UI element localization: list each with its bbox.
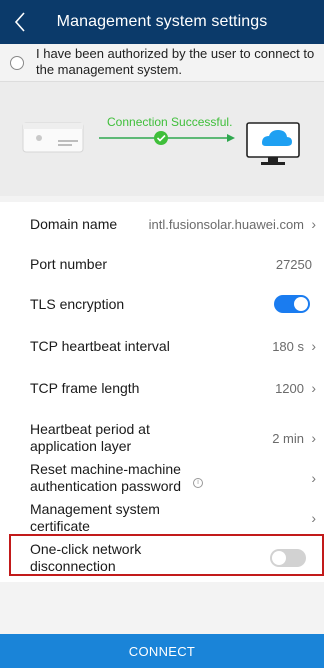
domain-name-row[interactable]: Domain name intl.fusionsolar.huawei.com … (0, 206, 324, 242)
back-button[interactable] (8, 8, 32, 36)
connect-button[interactable]: CONNECT (0, 634, 324, 668)
tcp-heartbeat-row[interactable]: TCP heartbeat interval 180 s › (0, 326, 324, 366)
connection-status-text: Connection Successful. (107, 115, 233, 129)
chevron-right-icon: › (311, 510, 316, 526)
tls-encryption-row: TLS encryption (0, 286, 324, 322)
cloud-monitor-icon (246, 122, 300, 165)
chevron-right-icon: › (311, 338, 316, 354)
tcp-heartbeat-label: TCP heartbeat interval (30, 337, 170, 354)
toggle-knob (294, 297, 308, 311)
tls-encryption-label: TLS encryption (30, 295, 125, 312)
chevron-right-icon: › (311, 380, 316, 396)
tls-encryption-toggle[interactable] (274, 295, 310, 313)
authorization-radio[interactable] (10, 56, 24, 70)
info-icon[interactable]: i (193, 478, 203, 488)
app-heartbeat-value: 2 min (272, 430, 304, 446)
inverter-device-icon (22, 122, 84, 153)
tcp-heartbeat-value: 180 s (272, 338, 304, 354)
chevron-left-icon (14, 12, 25, 32)
certificate-label: Management system certificate (30, 501, 160, 534)
check-circle-icon (154, 131, 168, 145)
domain-name-label: Domain name (30, 215, 118, 232)
authorization-row[interactable]: I have been authorized by the user to co… (0, 44, 324, 82)
domain-name-value: intl.fusionsolar.huawei.com (148, 216, 304, 232)
chevron-right-icon: › (311, 430, 316, 446)
reset-password-row[interactable]: Reset machine-machine authentication pas… (0, 458, 324, 498)
app-heartbeat-label: Heartbeat period at application layer (30, 421, 150, 454)
settings-list: Domain name intl.fusionsolar.huawei.com … (0, 202, 324, 582)
port-number-value: 27250 (275, 256, 312, 272)
connection-diagram (22, 122, 300, 165)
tcp-frame-value: 1200 (275, 380, 304, 396)
tcp-frame-row[interactable]: TCP frame length 1200 › (0, 370, 324, 406)
connection-illustration: Connection Successful. (0, 82, 324, 196)
chevron-right-icon: › (311, 470, 316, 486)
page-title: Management system settings (56, 13, 268, 30)
reset-password-label: Reset machine-machine authentication pas… (30, 461, 205, 495)
authorization-text: I have been authorized by the user to co… (36, 46, 315, 77)
highlight-box (9, 534, 324, 576)
app-header: Management system settings (0, 0, 324, 44)
tcp-frame-label: TCP frame length (30, 379, 140, 396)
chevron-right-icon: › (311, 216, 316, 232)
certificate-row[interactable]: Management system certificate › (0, 498, 324, 538)
port-number-label: Port number (30, 255, 108, 272)
reset-password-text: Reset machine-machine authentication pas… (30, 461, 181, 494)
port-number-row[interactable]: Port number 27250 (0, 246, 324, 282)
